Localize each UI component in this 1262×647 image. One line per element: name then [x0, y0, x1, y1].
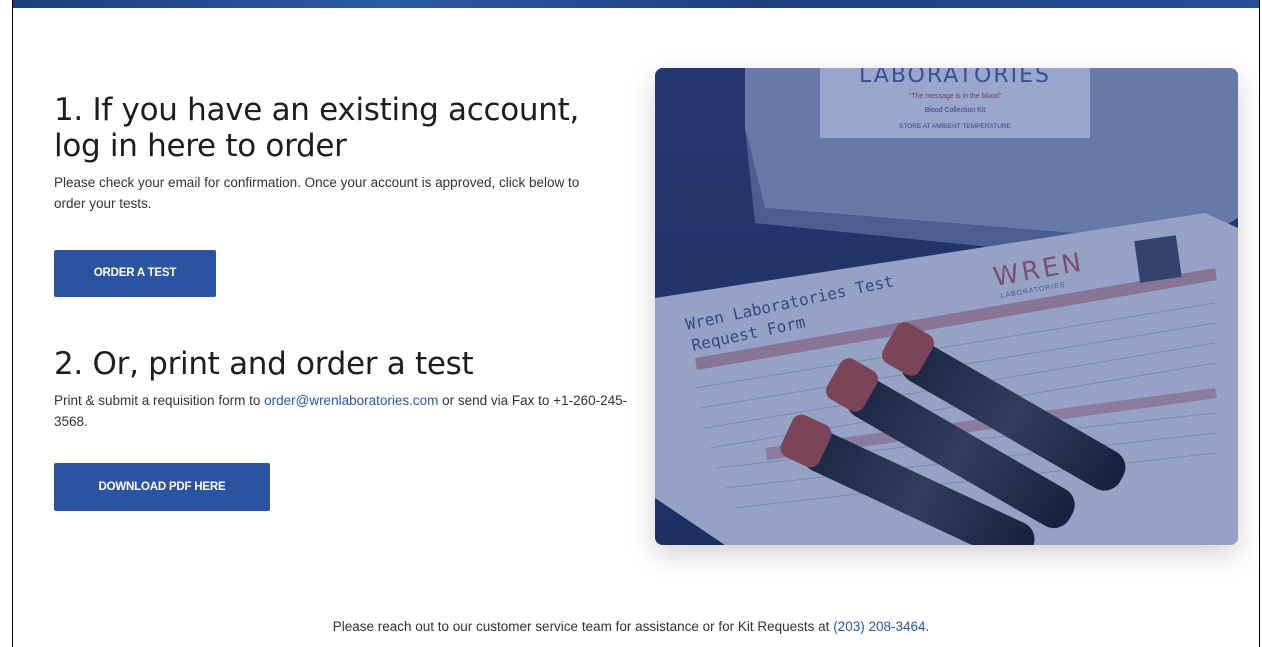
existing-account-description: Please check your email for confirmation… — [54, 175, 580, 211]
download-pdf-button[interactable]: DOWNLOAD PDF HERE — [54, 463, 270, 511]
existing-account-section: 1. If you have an existing account, log … — [54, 92, 614, 214]
print-order-text-before: Print & submit a requisition form to — [54, 393, 265, 408]
kit-photo-illustration: LABORATORIES "The message is in the bloo… — [655, 68, 1238, 545]
customer-service-footer: Please reach out to our customer service… — [0, 619, 1262, 634]
footer-text-after: . — [925, 619, 930, 634]
order-email-link[interactable]: order@wrenlaboratories.com — [264, 393, 438, 408]
print-order-section: 2. Or, print and order a test Print & su… — [54, 346, 634, 432]
print-order-heading: 2. Or, print and order a test — [54, 346, 474, 382]
frame-border-right — [1259, 0, 1260, 647]
existing-account-heading: 1. If you have an existing account, log … — [54, 92, 580, 164]
footer-text-before: Please reach out to our customer service… — [332, 619, 834, 634]
blood-collection-kit-photo: LABORATORIES "The message is in the bloo… — [655, 68, 1238, 545]
frame-border-left — [12, 0, 13, 647]
order-a-test-button[interactable]: ORDER A TEST — [54, 250, 216, 297]
customer-service-phone-link[interactable]: (203) 208-3464 — [833, 619, 925, 634]
top-banner-strip — [12, 0, 1259, 8]
print-order-description: Print & submit a requisition form to ord… — [54, 390, 634, 432]
